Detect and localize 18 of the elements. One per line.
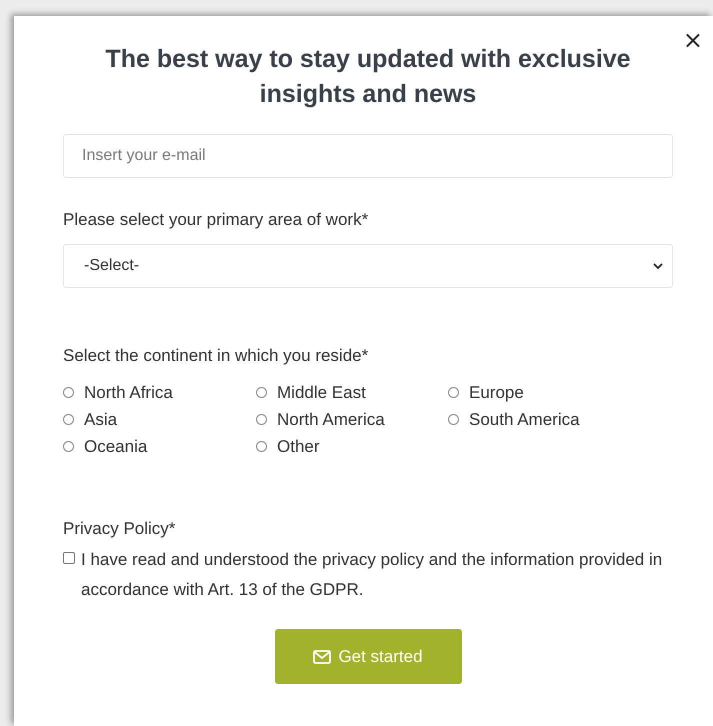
consent-text: I have read and understood the privacy policy and the information provided in accordance with Art. 13 of the GDPR. bbox=[81, 549, 663, 601]
radio-option[interactable]: North America bbox=[256, 409, 385, 430]
envelope-icon bbox=[313, 650, 332, 664]
radio-option[interactable]: South America bbox=[448, 409, 580, 430]
consent-checkbox[interactable] bbox=[63, 552, 75, 564]
radio-option[interactable]: North Africa bbox=[63, 382, 173, 403]
close-button[interactable]: × bbox=[678, 28, 707, 52]
radio-option[interactable]: Middle East bbox=[256, 382, 366, 403]
radio-option[interactable]: Oceania bbox=[63, 436, 148, 457]
email-field[interactable]: Insert your e-mail bbox=[63, 134, 673, 178]
field-label: Please select your primary area of work* bbox=[63, 210, 370, 230]
field-label: Select the continent in which you reside* bbox=[63, 346, 370, 366]
field-label: Privacy Policy* bbox=[63, 519, 176, 539]
area-select[interactable]: -Select- bbox=[63, 244, 673, 288]
dialog-title: The best way to stay updated with exclusive insights and news bbox=[104, 44, 632, 110]
radio-option[interactable]: Asia bbox=[63, 409, 118, 430]
radio-option[interactable]: Europe bbox=[448, 382, 524, 403]
radio-option[interactable]: Other bbox=[256, 436, 320, 457]
